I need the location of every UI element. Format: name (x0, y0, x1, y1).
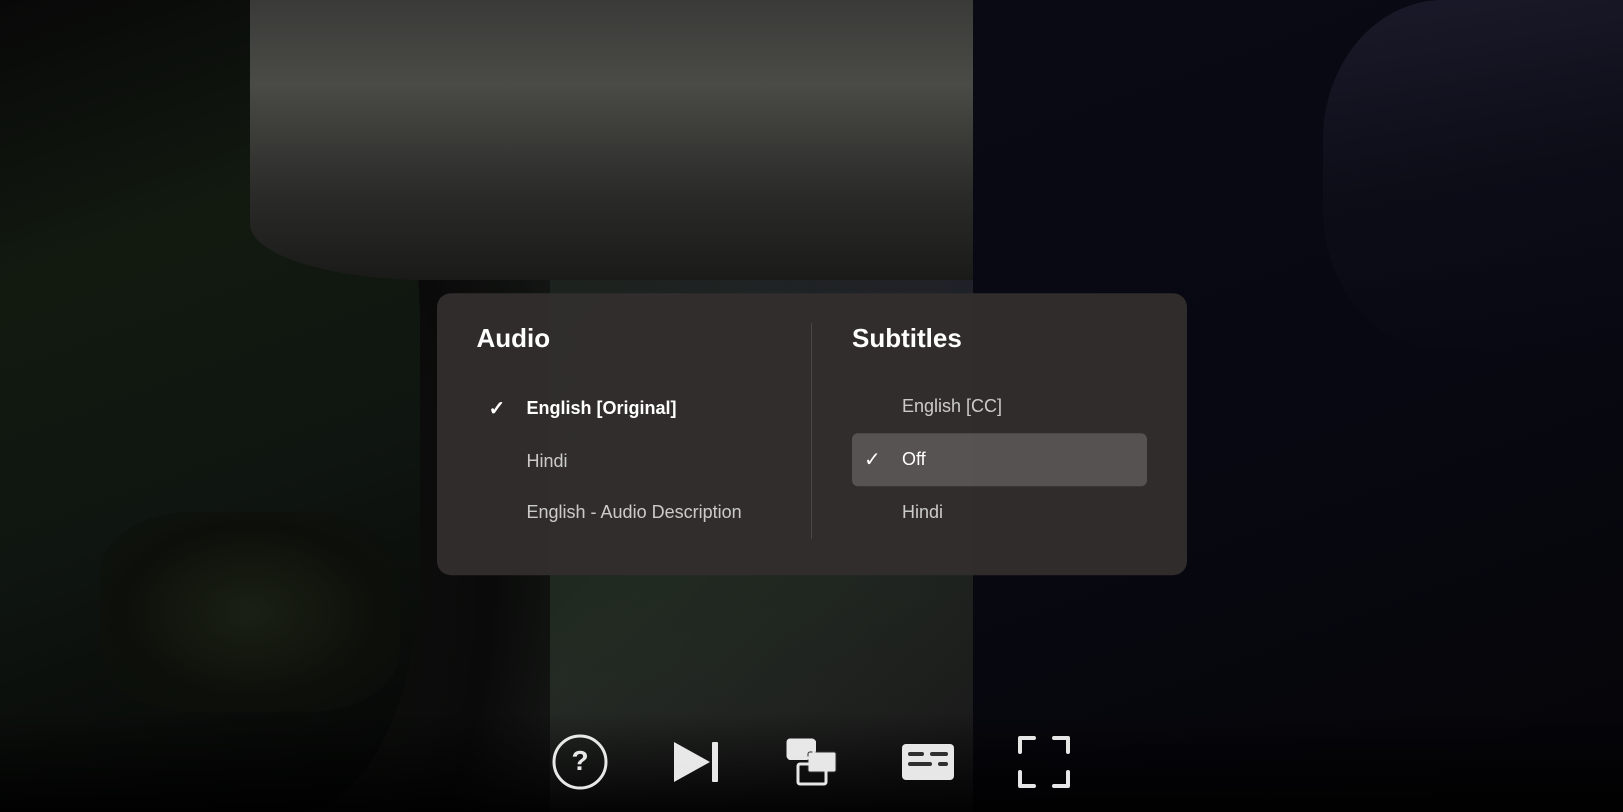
audio-item-label: Hindi (527, 451, 568, 472)
checkmark-icon: ✓ (864, 447, 886, 472)
subtitles-item-label: Hindi (902, 502, 943, 523)
subtitles-header: Subtitles (852, 323, 1147, 354)
audio-item-hindi[interactable]: Hindi (477, 437, 772, 486)
audio-item-label: English - Audio Description (527, 502, 742, 523)
svg-text:?: ? (571, 745, 588, 776)
bottom-controls: ? (0, 712, 1623, 812)
audio-item-english-ad[interactable]: English - Audio Description (477, 488, 772, 537)
scene-hand (100, 512, 400, 712)
scene-person-right (1323, 0, 1623, 350)
audio-item-english-original[interactable]: ✓ English [Original] (477, 382, 772, 435)
fullscreen-button[interactable] (1016, 734, 1072, 790)
help-button[interactable]: ? (552, 734, 608, 790)
audio-item-label: English [Original] (527, 398, 677, 419)
subtitles-item-label: Off (902, 449, 926, 470)
subtitles-section: Subtitles English [CC] ✓ Off Hindi (812, 323, 1147, 539)
subtitles-item-off[interactable]: ✓ Off (852, 433, 1147, 486)
audio-subtitles-panel: Audio ✓ English [Original] Hindi English… (437, 293, 1187, 575)
audio-header: Audio (477, 323, 772, 354)
checkmark-icon: ✓ (489, 396, 511, 421)
episodes-button[interactable] (784, 734, 840, 790)
next-episode-button[interactable] (668, 734, 724, 790)
audio-section: Audio ✓ English [Original] Hindi English… (477, 323, 813, 539)
subtitles-item-hindi[interactable]: Hindi (852, 488, 1147, 537)
subtitles-item-english-cc[interactable]: English [CC] (852, 382, 1147, 431)
subtitles-audio-button[interactable] (900, 734, 956, 790)
subtitles-item-label: English [CC] (902, 396, 1002, 417)
